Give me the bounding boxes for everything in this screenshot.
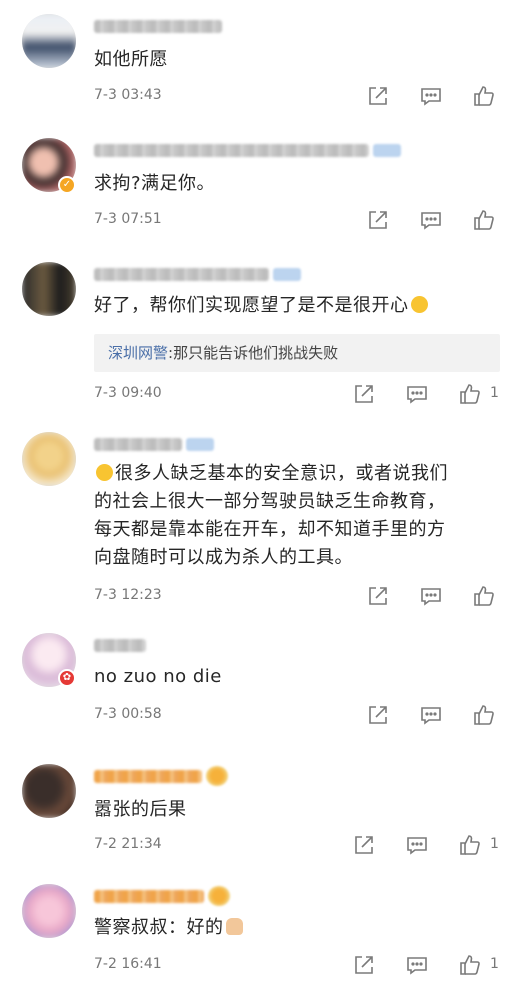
avatar[interactable] <box>22 884 76 938</box>
comment-icon[interactable] <box>419 703 443 727</box>
thumbs-up-icon[interactable] <box>472 84 496 108</box>
comment-time: 7-2 21:34 <box>94 836 162 852</box>
brand-badge-icon: ✿ <box>58 669 76 687</box>
share-icon[interactable] <box>366 703 390 727</box>
thumbs-up-icon[interactable] <box>458 382 482 406</box>
username-blurred[interactable] <box>94 266 301 282</box>
share-icon[interactable] <box>366 84 390 108</box>
comment-text: 嚣张的后果 <box>94 799 187 820</box>
comment-text: 很多人缺乏基本的安全意识，或者说我们 的社会上很大一部分驾驶员缺乏生命教育， 每… <box>94 460 504 572</box>
comment-feed: 如他所愿 7-3 03:43 ✓ 求拘?满足你。 7-3 07:51 好了，帮你… <box>0 0 522 989</box>
comment-text: no zuo no die <box>94 666 222 687</box>
comment-text: 如他所愿 <box>94 49 168 70</box>
comment-icon[interactable] <box>405 382 429 406</box>
like-count: 1 <box>490 385 499 401</box>
comment-icon[interactable] <box>405 953 429 977</box>
username-blurred[interactable] <box>94 637 146 653</box>
sleepy-emoji-icon <box>96 464 113 481</box>
avatar[interactable] <box>22 14 76 68</box>
share-icon[interactable] <box>366 208 390 232</box>
share-icon[interactable] <box>352 953 376 977</box>
thumbs-up-icon[interactable] <box>458 833 482 857</box>
victory-hand-emoji-icon <box>225 918 243 935</box>
reply-box[interactable]: 深圳网警:那只能告诉他们挑战失败 <box>94 334 500 372</box>
comment-line: 每天都是靠本能在开车，却不知道手里的方 <box>94 519 446 540</box>
thumbs-up-icon[interactable] <box>472 584 496 608</box>
thumbs-up-icon[interactable] <box>458 953 482 977</box>
reply-username[interactable]: 深圳网警 <box>108 344 168 362</box>
username-blurred[interactable] <box>94 766 228 786</box>
comment-time: 7-3 09:40 <box>94 385 162 401</box>
comment-time: 7-3 00:58 <box>94 706 162 722</box>
comment-time: 7-3 12:23 <box>94 587 162 603</box>
vip-badge-icon <box>206 766 228 786</box>
username-blurred[interactable] <box>94 886 230 906</box>
comment-text: 警察叔叔：好的 <box>94 914 504 942</box>
thumbs-up-icon[interactable] <box>472 208 496 232</box>
thumbs-up-icon[interactable] <box>472 703 496 727</box>
username-blurred[interactable] <box>94 142 401 158</box>
comment-icon[interactable] <box>405 833 429 857</box>
verified-badge-icon: ✓ <box>58 176 76 194</box>
comment-time: 7-3 07:51 <box>94 211 162 227</box>
like-count: 1 <box>490 956 499 972</box>
share-icon[interactable] <box>352 833 376 857</box>
share-icon[interactable] <box>366 584 390 608</box>
comment-time: 7-3 03:43 <box>94 87 162 103</box>
comment-text: 求拘?满足你。 <box>94 173 216 194</box>
comment-line: 向盘随时可以成为杀人的工具。 <box>94 547 353 568</box>
vip-badge-icon <box>208 886 230 906</box>
avatar[interactable] <box>22 262 76 316</box>
smile-emoji-icon <box>410 296 428 313</box>
comment-icon[interactable] <box>419 84 443 108</box>
reply-text: :那只能告诉他们挑战失败 <box>168 344 339 362</box>
comment-line: 的社会上很大一部分驾驶员缺乏生命教育， <box>94 491 446 512</box>
comment-time: 7-2 16:41 <box>94 956 162 972</box>
username-blurred[interactable] <box>94 18 222 34</box>
comment-icon[interactable] <box>419 208 443 232</box>
comment-text: 好了，帮你们实现愿望了是不是很开心 <box>94 292 504 320</box>
comment-icon[interactable] <box>419 584 443 608</box>
like-count: 1 <box>490 836 499 852</box>
avatar[interactable] <box>22 764 76 818</box>
share-icon[interactable] <box>352 382 376 406</box>
avatar[interactable] <box>22 432 76 486</box>
comment-line: 很多人缺乏基本的安全意识，或者说我们 <box>94 460 504 488</box>
username-blurred[interactable] <box>94 436 214 452</box>
